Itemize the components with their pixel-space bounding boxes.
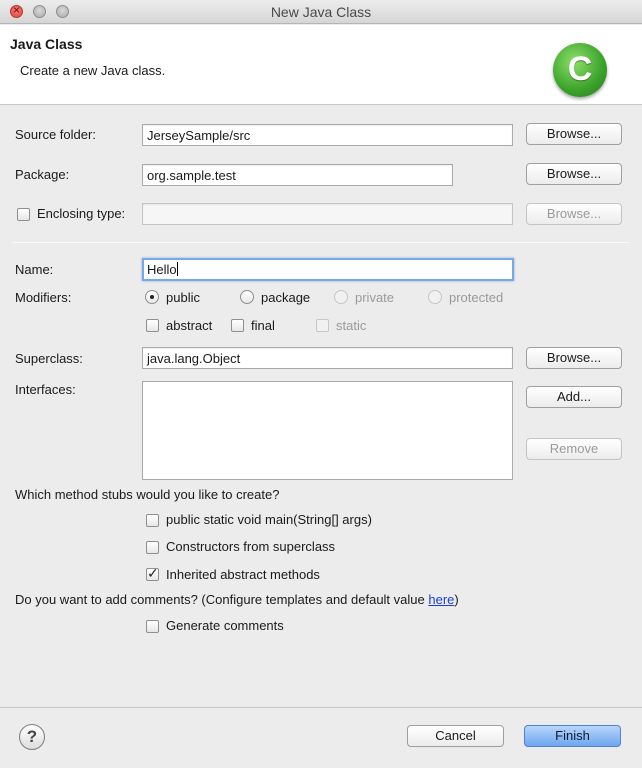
configure-templates-link[interactable]: here [428,592,454,607]
superclass-label: Superclass: [15,351,83,366]
class-name-value: Hello [147,262,177,277]
modifier-package-label: package [261,290,311,305]
modifier-public-label: public [166,290,200,305]
cancel-button[interactable]: Cancel [407,725,504,747]
section-divider [12,242,629,243]
stub-inherited-abstract-checkbox[interactable] [146,565,159,582]
modifier-static-checkbox[interactable] [316,319,329,332]
source-folder-input[interactable]: JerseySample/src [142,124,513,146]
text-caret [176,262,178,276]
modifier-public-radio[interactable] [145,290,159,304]
footer-divider [0,707,642,708]
stub-main-label: public static void main(String[] args) [166,512,372,527]
modifier-protected-radio[interactable] [428,290,442,304]
page-title: Java Class [10,36,83,52]
generate-comments-label: Generate comments [166,618,284,633]
stub-main-checkbox[interactable] [146,514,159,527]
comments-question-suffix: ) [454,592,459,607]
modifier-static-label: static [336,318,367,333]
enclosing-type-input[interactable] [142,203,513,225]
modifier-abstract-label: abstract [166,318,213,333]
name-label: Name: [15,262,54,277]
generate-comments-checkbox[interactable] [146,620,159,633]
window-titlebar: New Java Class [0,0,642,24]
modifier-abstract-checkbox[interactable] [146,319,159,332]
modifier-protected-label: protected [449,290,504,305]
page-description: Create a new Java class. [20,63,166,78]
finish-button[interactable]: Finish [524,725,621,747]
superclass-browse-button[interactable]: Browse... [526,347,622,369]
wizard-banner: Java Class Create a new Java class. C [0,25,642,105]
enclosing-type-label: Enclosing type: [37,206,126,221]
interfaces-list[interactable] [142,381,513,480]
modifier-final-checkbox[interactable] [231,319,244,332]
modifier-private-radio[interactable] [334,290,348,304]
stub-constructors-checkbox[interactable] [146,541,159,554]
comments-question: Do you want to add comments? (Configure … [15,592,459,607]
superclass-input[interactable]: java.lang.Object [142,347,513,369]
source-folder-browse-button[interactable]: Browse... [526,123,622,145]
enclosing-type-browse-button[interactable]: Browse... [526,203,622,225]
modifier-private-label: private [355,290,395,305]
stub-constructors-label: Constructors from superclass [166,539,336,554]
package-input[interactable]: org.sample.test [142,164,453,186]
stub-inherited-abstract-label: Inherited abstract methods [166,567,320,582]
method-stubs-question: Which method stubs would you like to cre… [15,487,280,502]
modifier-package-radio[interactable] [240,290,254,304]
java-class-wizard-icon: C [553,43,607,97]
modifier-final-label: final [251,318,275,333]
comments-question-text: Do you want to add comments? (Configure … [15,592,429,607]
package-label: Package: [15,167,70,182]
help-icon[interactable]: ? [19,724,45,750]
modifiers-label: Modifiers: [15,290,72,305]
package-browse-button[interactable]: Browse... [526,163,622,185]
source-folder-label: Source folder: [15,127,96,142]
class-name-input[interactable]: Hello [142,258,514,281]
window-title: New Java Class [270,4,372,20]
add-interface-button[interactable]: Add... [526,386,622,408]
remove-interface-button[interactable]: Remove [526,438,622,460]
enclosing-type-checkbox[interactable] [17,208,30,221]
interfaces-label: Interfaces: [15,382,76,397]
